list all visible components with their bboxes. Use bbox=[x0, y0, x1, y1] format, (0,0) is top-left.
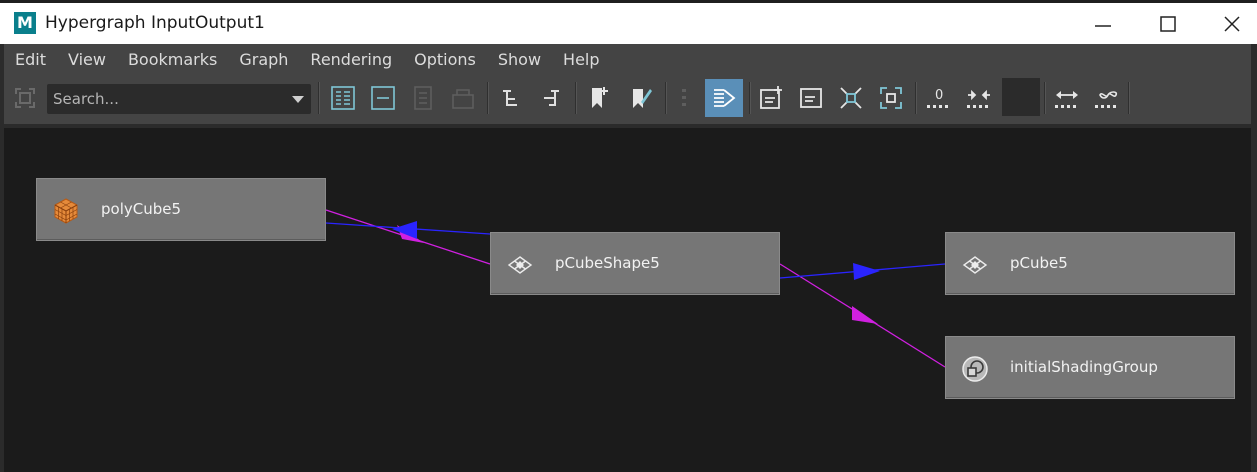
frame-icon bbox=[15, 88, 35, 108]
stack-button[interactable] bbox=[446, 81, 480, 115]
menu-show[interactable]: Show bbox=[498, 44, 552, 76]
transform-icon bbox=[960, 251, 990, 279]
maximize-icon bbox=[1160, 16, 1176, 32]
toolbar-separator bbox=[915, 82, 917, 114]
window-title: Hypergraph InputOutput1 bbox=[45, 13, 265, 33]
input-output-icon bbox=[714, 89, 736, 107]
bookmark-add-icon bbox=[592, 87, 608, 108]
close-button[interactable] bbox=[1207, 7, 1257, 41]
maximize-button[interactable] bbox=[1143, 7, 1193, 41]
menu-help[interactable]: Help bbox=[563, 44, 610, 76]
menu-bookmarks[interactable]: Bookmarks bbox=[128, 44, 228, 76]
frame-selected-icon bbox=[840, 87, 862, 109]
toolbar-separator bbox=[1044, 82, 1046, 114]
page-icon bbox=[414, 86, 432, 110]
frame-button[interactable] bbox=[8, 81, 42, 115]
node-pcubeshape5[interactable]: pCubeShape5 bbox=[490, 232, 780, 295]
infinity-dots-button[interactable] bbox=[1090, 81, 1124, 115]
container-add-button[interactable] bbox=[754, 81, 788, 115]
chevron-down-icon[interactable] bbox=[291, 95, 305, 104]
menu-bar: Edit View Bookmarks Graph Rendering Opti… bbox=[4, 44, 1251, 76]
frame-selected-button[interactable] bbox=[834, 81, 868, 115]
container-icon bbox=[800, 88, 822, 108]
tree-down-button[interactable] bbox=[494, 81, 528, 115]
search-input[interactable] bbox=[53, 87, 283, 111]
toolbar: 0 bbox=[4, 76, 1251, 120]
expand-arrows-button[interactable] bbox=[1050, 81, 1084, 115]
tree-left-icon bbox=[544, 90, 559, 106]
svg-text:0: 0 bbox=[935, 88, 943, 103]
toolbar-separator bbox=[487, 82, 489, 114]
node-label: pCube5 bbox=[1010, 254, 1068, 272]
dotted-bar-button[interactable] bbox=[667, 81, 701, 115]
expand-arrows-icon bbox=[1055, 91, 1078, 108]
menu-edit[interactable]: Edit bbox=[15, 44, 57, 76]
toolbar-separator bbox=[318, 82, 320, 114]
node-label: polyCube5 bbox=[101, 200, 182, 218]
stack-icon bbox=[452, 89, 474, 109]
tree-down-icon bbox=[503, 90, 517, 106]
frame-all-icon bbox=[880, 87, 902, 109]
color-swatch[interactable] bbox=[1002, 78, 1040, 116]
shading-group-icon bbox=[960, 355, 990, 383]
bookmark-edit-button[interactable] bbox=[624, 81, 658, 115]
search-box[interactable] bbox=[47, 84, 311, 114]
infinity-dots-icon bbox=[1095, 91, 1118, 108]
page-button[interactable] bbox=[406, 81, 440, 115]
node-initialshadinggroup[interactable]: initialShadingGroup bbox=[945, 336, 1235, 399]
frame-all-button[interactable] bbox=[874, 81, 908, 115]
minimize-button[interactable] bbox=[1078, 7, 1128, 41]
toolbar-separator bbox=[575, 82, 577, 114]
collapse-button[interactable] bbox=[366, 81, 400, 115]
container-add-icon bbox=[760, 86, 782, 109]
tree-left-button[interactable] bbox=[534, 81, 568, 115]
node-pcube5[interactable]: pCube5 bbox=[945, 232, 1235, 295]
title-bar: M Hypergraph InputOutput1 bbox=[0, 0, 1257, 44]
close-icon bbox=[1224, 16, 1240, 32]
dotted-bar-icon bbox=[682, 89, 686, 106]
collapse-icon bbox=[371, 86, 395, 110]
menu-options[interactable]: Options bbox=[414, 44, 487, 76]
menu-graph[interactable]: Graph bbox=[239, 44, 299, 76]
node-polycube5[interactable]: polyCube5 bbox=[36, 178, 326, 241]
toolbar-separator bbox=[1128, 82, 1130, 114]
grid-layout-button[interactable] bbox=[326, 81, 360, 115]
poly-cube-icon bbox=[51, 197, 81, 225]
node-label: initialShadingGroup bbox=[1010, 358, 1158, 376]
menu-view[interactable]: View bbox=[68, 44, 117, 76]
minimize-icon bbox=[1095, 25, 1111, 27]
input-output-button[interactable] bbox=[705, 79, 743, 117]
bookmark-add-button[interactable] bbox=[582, 81, 616, 115]
bookmark-edit-icon bbox=[633, 89, 652, 108]
zero-dots-icon: 0 bbox=[927, 88, 948, 108]
collapse-arrows-icon bbox=[967, 89, 990, 108]
zero-dots-button[interactable]: 0 bbox=[922, 81, 956, 115]
node-label: pCubeShape5 bbox=[555, 254, 660, 272]
menu-rendering[interactable]: Rendering bbox=[310, 44, 403, 76]
graph-canvas[interactable] bbox=[4, 124, 1251, 472]
maya-logo-icon: M bbox=[14, 12, 36, 34]
mesh-shape-icon bbox=[505, 251, 535, 279]
grid-layout-icon bbox=[331, 86, 355, 110]
toolbar-separator bbox=[749, 82, 751, 114]
container-button[interactable] bbox=[794, 81, 828, 115]
collapse-arrows-button[interactable] bbox=[962, 81, 996, 115]
